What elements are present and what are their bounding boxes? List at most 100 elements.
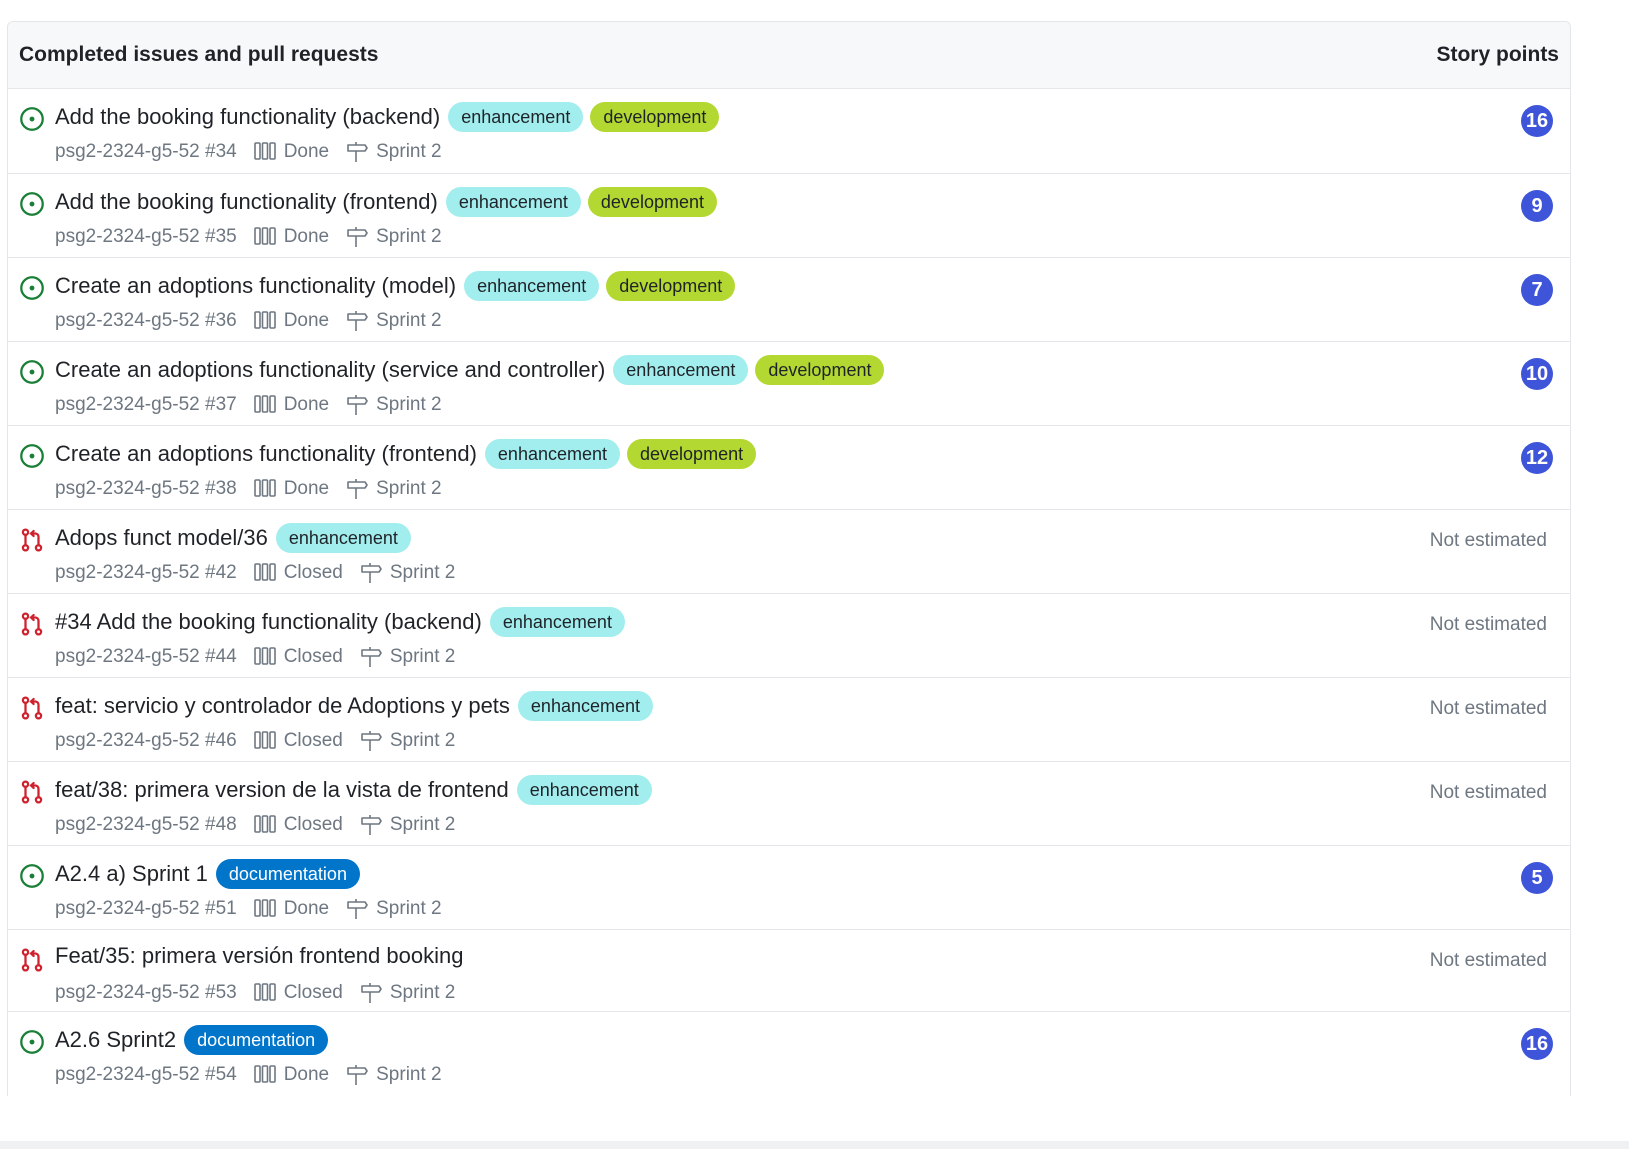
iteration-icon [359,982,383,1004]
item-title-link[interactable]: feat: servicio y controlador de Adoption… [55,693,510,719]
label-enhancement[interactable]: enhancement [464,271,600,301]
pull-request-row[interactable]: Adops funct model/36 enhancement psg2-2324… [8,510,1570,594]
label-development[interactable]: development [606,271,736,301]
label-enhancement[interactable]: enhancement [484,439,621,469]
pull-request-row[interactable]: Feat/35: primera versión frontend bookin… [8,930,1570,1012]
not-estimated-text: Not estimated [1429,530,1547,551]
iteration-icon [345,394,369,416]
repo-issue-reference[interactable]: psg2-2324-g5-52 #35 [55,226,237,248]
item-meta: psg2-2324-g5-52 #36 Done Sprint 2 [55,310,442,332]
label-development[interactable]: development [627,439,757,469]
item-meta: psg2-2324-g5-52 #38 Done Sprint 2 [55,478,442,500]
pull-request-row[interactable]: #34 Add the booking functionality (backe… [8,594,1570,678]
project-board-icon [253,646,277,668]
item-title-link[interactable]: Feat/35: primera versión frontend bookin… [55,943,463,969]
repo-issue-reference[interactable]: psg2-2324-g5-52 #44 [55,646,237,668]
item-title-link[interactable]: #34 Add the booking functionality (backe… [55,609,482,635]
item-title-link[interactable]: Adops funct model/36 [55,525,268,551]
item-title-link[interactable]: Create an adoptions functionality (front… [55,441,477,467]
item-title-link[interactable]: Create an adoptions functionality (model… [55,273,456,299]
item-meta: psg2-2324-g5-52 #37 Done Sprint 2 [55,394,442,416]
repo-issue-reference[interactable]: psg2-2324-g5-52 #42 [55,562,237,584]
item-title-line: Add the booking functionality (backend) e… [55,102,726,132]
status-field: Done [283,478,330,499]
label-enhancement[interactable]: enhancement [445,187,581,217]
repo-issue-reference[interactable]: psg2-2324-g5-52 #48 [55,814,237,836]
item-meta: psg2-2324-g5-52 #51 Done Sprint 2 [55,898,442,920]
label-enhancement[interactable]: enhancement [517,691,654,721]
item-meta: psg2-2324-g5-52 #48 Closed Sprint 2 [55,814,455,836]
item-title-link[interactable]: feat/38: primera version de la vista de … [55,777,509,803]
item-title-line: #34 Add the booking functionality (backe… [55,607,632,637]
iteration-field: Sprint 2 [376,226,442,247]
item-meta: psg2-2324-g5-52 #44 Closed Sprint 2 [55,646,455,668]
repo-issue-reference[interactable]: psg2-2324-g5-52 #36 [55,310,237,332]
status-field: Done [283,141,330,162]
label-enhancement[interactable]: enhancement [275,523,411,553]
repo-issue-reference[interactable]: psg2-2324-g5-52 #51 [55,898,237,920]
label-development[interactable]: development [590,102,720,132]
issue-row[interactable]: Create an adoptions functionality (servi… [8,342,1570,426]
item-title-link[interactable]: A2.6 Sprint2 [55,1027,176,1053]
issue-open-icon [19,1029,45,1055]
pull-request-closed-icon [19,947,45,973]
label-documentation[interactable]: documentation [184,1025,329,1055]
iteration-icon [345,478,369,500]
item-title-link[interactable]: Add the booking functionality (frontend) [55,189,438,215]
iteration-field: Sprint 2 [376,1064,442,1085]
issue-row[interactable]: Add the booking functionality (backend) e… [8,89,1570,174]
iteration-field: Sprint 2 [376,394,442,415]
label-enhancement[interactable]: enhancement [613,355,749,385]
item-title-line: A2.6 Sprint2 documentation [55,1025,335,1055]
iteration-icon [345,310,369,332]
pull-request-row[interactable]: feat: servicio y controlador de Adoption… [8,678,1570,762]
project-board-icon [253,730,277,752]
label-enhancement[interactable]: enhancement [448,102,584,132]
item-meta: psg2-2324-g5-52 #42 Closed Sprint 2 [55,562,455,584]
status-field: Done [283,1064,330,1085]
completed-items-panel: Completed issues and pull requests Story… [7,21,1571,1096]
item-title-line: Create an adoptions functionality (model… [55,271,742,301]
repo-issue-reference[interactable]: psg2-2324-g5-52 #54 [55,1064,237,1086]
issue-row[interactable]: A2.6 Sprint2 documentation psg2-2324-g5-52… [8,1012,1570,1096]
iteration-icon [345,226,369,248]
iteration-icon [359,730,383,752]
status-field: Closed [283,814,343,835]
issue-row[interactable]: A2.4 a) Sprint 1 documentation psg2-2324-g… [8,846,1570,930]
pull-request-row[interactable]: feat/38: primera version de la vista de … [8,762,1570,846]
issue-open-icon [19,863,45,889]
status-field: Closed [283,562,343,583]
label-documentation[interactable]: documentation [215,859,360,889]
label-development[interactable]: development [755,355,885,385]
item-meta: psg2-2324-g5-52 #46 Closed Sprint 2 [55,730,455,752]
repo-issue-reference[interactable]: psg2-2324-g5-52 #37 [55,394,237,416]
status-field: Closed [283,646,343,667]
horizontal-scrollbar[interactable] [0,1141,1629,1149]
status-field: Closed [283,982,343,1003]
story-points-column-header[interactable]: Story points [1436,43,1559,67]
label-enhancement[interactable]: enhancement [489,607,625,637]
item-title-link[interactable]: A2.4 a) Sprint 1 [55,861,208,887]
issue-row[interactable]: Add the booking functionality (frontend)… [8,174,1570,258]
iteration-field: Sprint 2 [389,730,456,751]
item-title-link[interactable]: Create an adoptions functionality (servi… [55,357,605,383]
iteration-field: Sprint 2 [389,562,456,583]
not-estimated-text: Not estimated [1429,950,1547,971]
issue-row[interactable]: Create an adoptions functionality (model… [8,258,1570,342]
repo-issue-reference[interactable]: psg2-2324-g5-52 #46 [55,730,237,752]
project-board-icon [253,478,277,500]
iteration-field: Sprint 2 [389,646,456,667]
panel-header: Completed issues and pull requests Story… [8,22,1570,89]
iteration-icon [359,814,383,836]
item-title-line: A2.4 a) Sprint 1 documentation [55,859,367,889]
repo-issue-reference[interactable]: psg2-2324-g5-52 #34 [55,141,237,163]
issue-row[interactable]: Create an adoptions functionality (front… [8,426,1570,510]
repo-issue-reference[interactable]: psg2-2324-g5-52 #53 [55,982,237,1004]
label-enhancement[interactable]: enhancement [516,775,652,805]
label-development[interactable]: development [587,187,717,217]
not-estimated-text: Not estimated [1429,698,1547,719]
project-board-icon [253,814,277,836]
project-board-icon [253,898,277,920]
repo-issue-reference[interactable]: psg2-2324-g5-52 #38 [55,478,237,500]
item-title-link[interactable]: Add the booking functionality (backend) [55,104,440,130]
